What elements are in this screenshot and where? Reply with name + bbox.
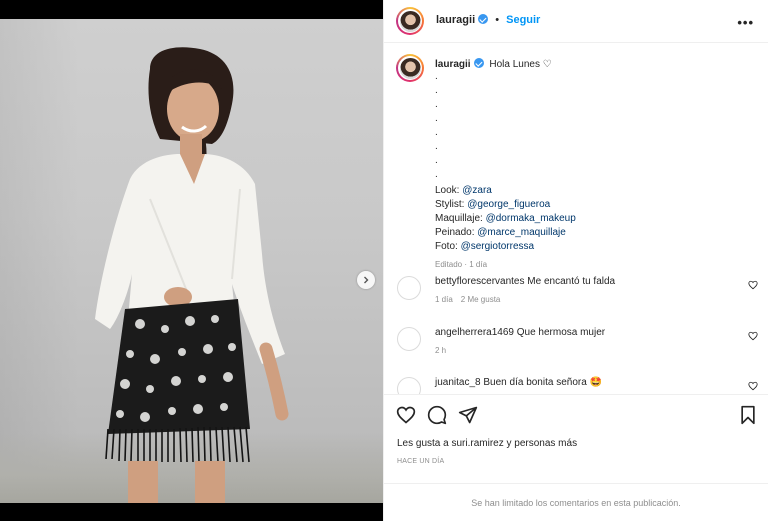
chevron-right-icon [364, 276, 369, 284]
likes-summary[interactable]: Les gusta a suri.ramirez y personas más [397, 438, 577, 449]
comment-username[interactable]: juanitac_8 [435, 377, 481, 388]
comment-item: angelherrera1469 Que hermosa mujer 2 h [384, 327, 768, 367]
credit-label: Maquillaje: [435, 213, 486, 224]
verified-badge-icon [478, 14, 489, 24]
post-header: lauragii • Seguir ••• [384, 0, 768, 43]
credit-line: Look: @zara [435, 184, 745, 198]
separator-dot: • [495, 14, 500, 26]
comment-username[interactable]: angelherrera1469 [435, 327, 514, 338]
comment-item: bettyflorescervantes Me encantó tu falda… [384, 276, 768, 316]
caption-dot-line: . [435, 169, 438, 180]
header-username[interactable]: lauragii [436, 14, 475, 26]
more-options-button[interactable]: ••• [737, 15, 754, 30]
comment-bubble-icon[interactable] [427, 405, 447, 425]
credit-line: Foto: @sergiotorressa [435, 240, 745, 254]
follow-button[interactable]: Seguir [506, 14, 540, 26]
avatar-image [399, 10, 421, 32]
credit-handle-link[interactable]: @dormaka_makeup [486, 213, 576, 224]
comments-panel[interactable]: lauragii Hola Lunes ♡ ........ Look: @za… [384, 44, 768, 394]
like-heart-icon[interactable] [396, 405, 416, 425]
credit-label: Foto: [435, 241, 461, 252]
caption-dot-line: . [435, 155, 438, 166]
credit-label: Stylist: [435, 199, 468, 210]
credit-line: Peinado: @marce_maquillaje [435, 226, 745, 240]
post-actions: Les gusta a suri.ramirez y personas más … [384, 394, 768, 482]
like-comment-heart-icon[interactable] [748, 331, 758, 341]
credit-handle-link[interactable]: @george_figueroa [467, 199, 550, 210]
like-comment-heart-icon[interactable] [748, 381, 758, 391]
credit-line: Stylist: @george_figueroa [435, 198, 745, 212]
credit-handle-link[interactable]: @sergiotorressa [461, 241, 535, 252]
post-date: HACE UN DÍA [397, 458, 445, 465]
caption-dot-line: . [435, 71, 438, 82]
caption-credits: Look: @zara Stylist: @george_figueroa Maqu… [435, 184, 745, 254]
caption-dot-line: . [435, 141, 438, 152]
commenter-avatar[interactable] [397, 377, 421, 394]
next-slide-button[interactable] [357, 271, 375, 289]
woman-figure-illustration [95, 47, 289, 503]
caption-meta: Editado · 1 día [435, 260, 488, 269]
post-caption: lauragii Hola Lunes ♡ ........ Look: @za… [435, 58, 745, 272]
commenter-avatar[interactable] [397, 276, 421, 300]
avatar-image [399, 57, 421, 79]
caption-greeting: Hola Lunes ♡ [489, 59, 552, 70]
comment-time: 2 h [435, 346, 447, 355]
caption-username[interactable]: lauragii [435, 59, 471, 70]
media-top-letterbox [0, 0, 383, 19]
comment-text: Me encantó tu falda [527, 276, 616, 287]
caption-dot-line: . [435, 113, 438, 124]
comments-limited-notice: Se han limitado los comentarios en esta … [384, 483, 768, 521]
credit-label: Peinado: [435, 227, 478, 238]
credit-label: Look: [435, 185, 463, 196]
comment-item: juanitac_8 Buen día bonita señora 🤩 [384, 377, 768, 394]
credit-handle-link[interactable]: @zara [462, 185, 492, 196]
post-photo[interactable] [0, 19, 383, 503]
like-comment-heart-icon[interactable] [748, 280, 758, 290]
comment-text: Que hermosa mujer [516, 327, 606, 338]
caption-dot-line: . [435, 85, 438, 96]
comment-likes[interactable]: 2 Me gusta [461, 295, 501, 304]
caption-dot-line: . [435, 127, 438, 138]
comment-time: 1 día [435, 295, 453, 304]
save-bookmark-icon[interactable] [738, 405, 758, 425]
share-send-icon[interactable] [458, 405, 478, 425]
caption-dots: ........ [435, 72, 745, 184]
caption-dot-line: . [435, 99, 438, 110]
verified-badge-icon [473, 58, 484, 68]
profile-avatar[interactable] [396, 7, 424, 35]
comment-text: Buen día bonita señora 🤩 [483, 377, 603, 388]
caption-avatar[interactable] [396, 54, 424, 82]
commenter-avatar[interactable] [397, 327, 421, 351]
media-bottom-letterbox [0, 503, 383, 521]
credit-line: Maquillaje: @dormaka_makeup [435, 212, 745, 226]
comment-username[interactable]: bettyflorescervantes [435, 276, 525, 287]
credit-handle-link[interactable]: @marce_maquillaje [477, 227, 566, 238]
